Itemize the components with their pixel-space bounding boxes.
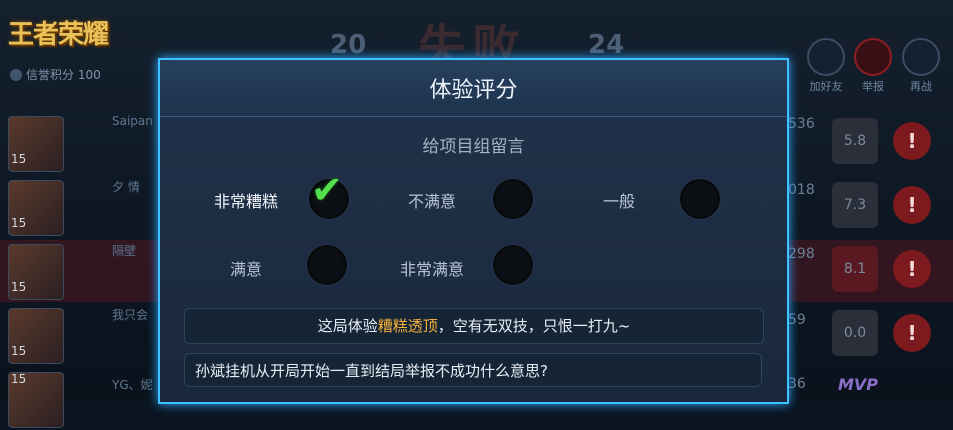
team-score-right: 24 bbox=[588, 30, 625, 60]
team-score-left: 20 bbox=[330, 30, 367, 60]
add-friend-icon bbox=[807, 38, 845, 76]
option-radio[interactable] bbox=[306, 244, 348, 286]
add-friend-button[interactable]: 加好友 bbox=[806, 38, 846, 94]
credit-icon bbox=[10, 69, 22, 81]
play-again-icon bbox=[902, 38, 940, 76]
player-level: 15 bbox=[11, 344, 27, 358]
player-rating: 7.3 bbox=[832, 182, 878, 228]
player-stat: 536 bbox=[788, 116, 815, 132]
comment-suffix: ，空有无双技，只恨一打九~ bbox=[437, 317, 631, 335]
option-radio[interactable] bbox=[492, 178, 534, 220]
player-level: 15 bbox=[11, 372, 27, 386]
comment-highlight: 糟糕透顶 bbox=[377, 317, 438, 335]
option-label: 非常糟糕 bbox=[214, 192, 279, 211]
option-label: 非常满意 bbox=[400, 260, 465, 279]
player-rating: 0.0 bbox=[832, 310, 878, 356]
player-name: 我只会 bbox=[112, 308, 149, 322]
mvp-badge: MVP bbox=[838, 375, 879, 394]
add-friend-label: 加好友 bbox=[809, 80, 843, 93]
player-name: 隔壁 bbox=[112, 244, 137, 258]
comment-prefix: 这局体验 bbox=[317, 317, 378, 335]
player-rating: 8.1 bbox=[832, 246, 878, 292]
dialog-header: 体验评分 bbox=[160, 60, 787, 117]
report-player-button[interactable]: ! bbox=[893, 314, 931, 352]
option-label: 满意 bbox=[230, 260, 263, 279]
report-player-button[interactable]: ! bbox=[893, 122, 931, 160]
player-stat: 298 bbox=[788, 246, 815, 262]
credit-text: 信誉积分 100 bbox=[26, 68, 101, 82]
player-name: YG、妮 bbox=[112, 378, 153, 392]
player-stat: 36 bbox=[788, 376, 806, 392]
option-label: 不满意 bbox=[408, 192, 457, 211]
play-again-label: 再战 bbox=[910, 80, 932, 93]
option-radio[interactable] bbox=[492, 244, 534, 286]
comment-input[interactable]: 孙斌挂机从开局开始一直到结局举报不成功什么意思? bbox=[184, 353, 762, 387]
player-level: 15 bbox=[11, 152, 27, 166]
player-stat: 59 bbox=[788, 312, 806, 328]
credit-score: 信誉积分 100 bbox=[10, 66, 101, 83]
game-logo: 王者荣耀 bbox=[8, 20, 109, 50]
play-again-button[interactable]: 再战 bbox=[901, 38, 941, 94]
player-rating: 5.8 bbox=[832, 118, 878, 164]
player-stat: 018 bbox=[788, 182, 815, 198]
report-player-button[interactable]: ! bbox=[893, 186, 931, 224]
option-radio-selected[interactable]: ✔ bbox=[308, 171, 350, 220]
option-radio[interactable] bbox=[679, 178, 721, 220]
rating-dialog: 体验评分 给项目组留言 非常糟糕 ✔ 不满意 一般 满意 非常满意 这局体验糟糕… bbox=[158, 58, 789, 404]
dialog-title: 体验评分 bbox=[429, 78, 518, 103]
report-label: 举报 bbox=[862, 80, 884, 93]
player-name: Saipan bbox=[112, 114, 153, 128]
report-player-button[interactable]: ! bbox=[893, 250, 931, 288]
option-label: 一般 bbox=[603, 192, 636, 211]
report-button[interactable]: 举报 bbox=[853, 38, 893, 94]
checkmark-icon: ✔ bbox=[311, 168, 343, 212]
preset-comment[interactable]: 这局体验糟糕透顶，空有无双技，只恨一打九~ bbox=[184, 308, 764, 344]
player-name: 夕 情 bbox=[112, 180, 140, 194]
dialog-subtitle: 给项目组留言 bbox=[422, 137, 525, 157]
player-level: 15 bbox=[11, 216, 27, 230]
report-icon bbox=[854, 38, 892, 76]
player-level: 15 bbox=[11, 280, 27, 294]
